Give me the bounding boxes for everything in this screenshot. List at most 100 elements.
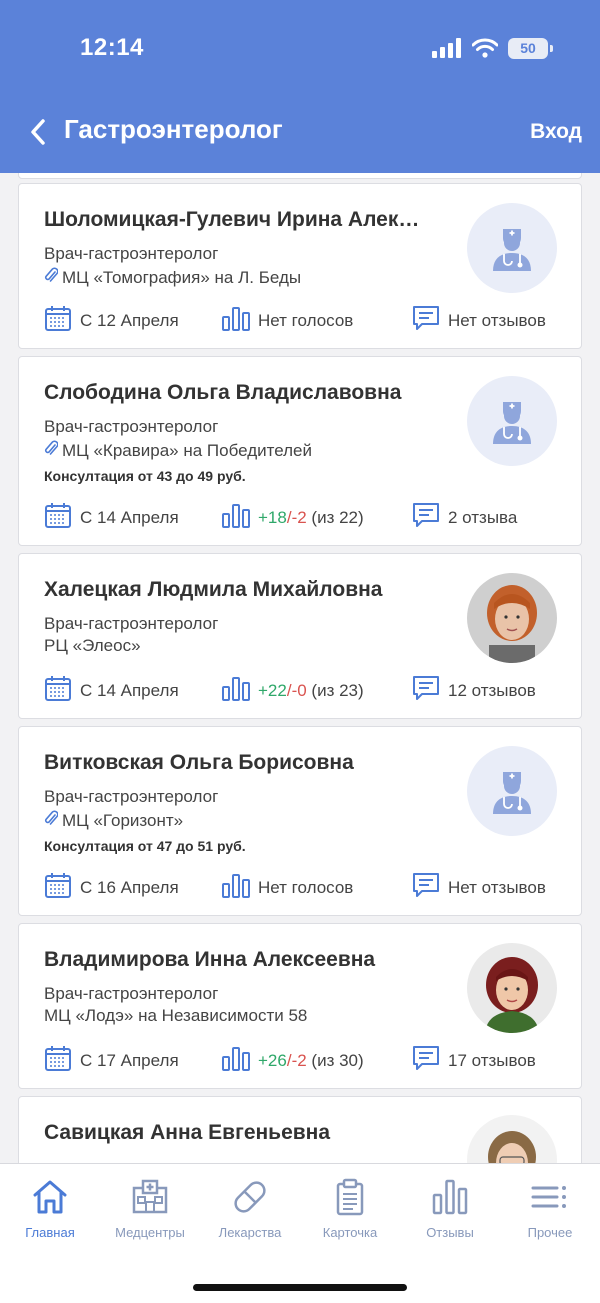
date-label: С 12 Апреля: [80, 310, 179, 330]
doctor-name: Владимирова Инна Алексеевна: [44, 948, 376, 971]
doctor-clinic[interactable]: РЦ «Элеос»: [44, 636, 141, 656]
doctor-name: Витковская Ольга Борисовна: [44, 751, 354, 774]
calendar-icon: [44, 871, 72, 904]
tab-bar-chart[interactable]: Отзывы: [400, 1178, 500, 1240]
clinic-name: МЦ «Кравира» на Победителей: [62, 440, 312, 460]
comment-icon: [412, 674, 440, 707]
doctor-card[interactable]: Слободина Ольга Владиславовна Врач-гастро…: [18, 356, 582, 546]
doctor-name: Шоломицкая-Гулевич Ирина Алек…: [44, 208, 420, 231]
tab-label: Прочее: [527, 1225, 573, 1240]
votes[interactable]: +26/-2 (из 30): [222, 1044, 412, 1077]
doctor-card[interactable]: Савицкая Анна Евгеньевна: [18, 1096, 582, 1163]
reviews[interactable]: Нет отзывов: [412, 304, 546, 337]
calendar-icon: [44, 304, 72, 337]
votes-label: Нет голосов: [258, 310, 354, 330]
doctor-clinic[interactable]: МЦ «Лодэ» на Независимости 58: [44, 1006, 307, 1026]
back-button[interactable]: [20, 112, 56, 152]
votes[interactable]: +22/-0 (из 23): [222, 674, 412, 707]
doctor-name: Слободина Ольга Владиславовна: [44, 381, 402, 404]
tab-hospital[interactable]: Медцентры: [100, 1178, 200, 1240]
consultation-price: Консултация от 47 до 51 руб.: [44, 838, 246, 854]
status-icons: 50: [432, 34, 553, 62]
bar-chart-icon: [431, 1178, 469, 1219]
calendar-icon: [44, 501, 72, 534]
consultation-price: Консултация от 43 до 49 руб.: [44, 468, 246, 484]
votes-positive: +22: [258, 680, 287, 700]
tab-clipboard[interactable]: Карточка: [300, 1178, 400, 1240]
login-button[interactable]: Вход: [530, 120, 582, 144]
home-indicator: [193, 1284, 407, 1291]
doctor-meta-row: С 14 Апреля +22/-0 (из 23) 12 отзывов: [44, 674, 557, 707]
reviews[interactable]: 12 отзывов: [412, 674, 536, 707]
doctor-specialty: Врач-гастроэнтеролог: [44, 984, 219, 1003]
paperclip-icon: [44, 439, 59, 462]
clipboard-icon: [331, 1178, 369, 1219]
reviews-label: 17 отзывов: [448, 1050, 536, 1070]
tab-label: Карточка: [322, 1225, 378, 1240]
calendar-icon: [44, 674, 72, 707]
comment-icon: [412, 871, 440, 904]
votes[interactable]: +18/-2 (из 22): [222, 501, 412, 534]
pill-icon: [231, 1178, 269, 1219]
signal-icon: [432, 38, 461, 58]
doctor-meta-row: С 12 Апреля Нет голосов Нет отзывов: [44, 304, 557, 337]
votes-total: (из 23): [306, 680, 364, 700]
doctor-placeholder-icon: [467, 203, 557, 293]
doctor-clinic[interactable]: МЦ «Кравира» на Победителей: [44, 439, 312, 462]
doctor-meta-row: С 17 Апреля +26/-2 (из 30) 17 отзывов: [44, 1044, 557, 1077]
doctor-name: Савицкая Анна Евгеньевна: [44, 1121, 331, 1144]
votes-total: (из 22): [306, 507, 364, 527]
hospital-icon: [131, 1178, 169, 1219]
doctor-card[interactable]: Шоломицкая-Гулевич Ирина Алек… Врач-гастр…: [18, 183, 582, 349]
votes-text: +26/-2 (из 30): [258, 1051, 364, 1071]
calendar-icon: [44, 1044, 72, 1077]
votes-negative: /-2: [286, 507, 307, 527]
tab-menu[interactable]: Прочее: [500, 1178, 600, 1240]
tab-pill[interactable]: Лекарства: [200, 1178, 300, 1240]
doctor-placeholder-icon: [467, 746, 557, 836]
doctor-meta-row: С 16 Апреля Нет голосов Нет отзывов: [44, 871, 557, 904]
votes-icon: [222, 501, 250, 534]
doctor-clinic[interactable]: МЦ «Томография» на Л. Беды: [44, 266, 301, 289]
doctor-meta-row: С 14 Апреля +18/-2 (из 22) 2 отзыва: [44, 501, 557, 534]
date-label: С 14 Апреля: [80, 507, 179, 527]
doctor-list[interactable]: Шоломицкая-Гулевич Ирина Алек… Врач-гастр…: [0, 173, 600, 1163]
date-label: С 14 Апреля: [80, 680, 179, 700]
schedule-date: С 17 Апреля: [44, 1044, 222, 1077]
votes-total: (из 30): [306, 1050, 364, 1070]
tab-bar: Главная Медцентры Лекарства Карточка Отзывы П…: [0, 1163, 600, 1303]
votes-text: Нет голосов: [258, 878, 353, 898]
doctor-card[interactable]: Халецкая Людмила Михайловна Врач-гастроэн…: [18, 553, 582, 719]
votes-icon: [222, 1044, 250, 1077]
doctor-card[interactable]: Витковская Ольга Борисовна Врач-гастроэнт…: [18, 726, 582, 916]
doctor-specialty: Врач-гастроэнтеролог: [44, 787, 219, 806]
home-icon: [31, 1178, 69, 1219]
doctor-card[interactable]: Владимирова Инна Алексеевна Врач-гастроэн…: [18, 923, 582, 1089]
doctor-clinic[interactable]: МЦ «Горизонт»: [44, 809, 183, 832]
schedule-date: С 14 Апреля: [44, 674, 222, 707]
status-time: 12:14: [80, 34, 144, 61]
comment-icon: [412, 1044, 440, 1077]
previous-card-edge: [18, 173, 582, 179]
reviews[interactable]: 17 отзывов: [412, 1044, 536, 1077]
votes-label: Нет голосов: [258, 877, 354, 897]
chevron-left-icon: [31, 119, 45, 145]
reviews[interactable]: Нет отзывов: [412, 871, 546, 904]
votes-text: Нет голосов: [258, 311, 353, 331]
votes-icon: [222, 674, 250, 707]
page-title: Гастроэнтеролог: [64, 114, 283, 144]
tab-label: Медцентры: [115, 1225, 185, 1240]
votes[interactable]: Нет голосов: [222, 304, 412, 337]
paperclip-icon: [44, 809, 59, 832]
reviews[interactable]: 2 отзыва: [412, 501, 517, 534]
schedule-date: С 16 Апреля: [44, 871, 222, 904]
tab-label: Главная: [25, 1225, 75, 1240]
votes-negative: /-2: [286, 1050, 307, 1070]
tab-home[interactable]: Главная: [0, 1178, 100, 1240]
votes[interactable]: Нет голосов: [222, 871, 412, 904]
reviews-label: 12 отзывов: [448, 680, 536, 700]
menu-icon: [531, 1178, 569, 1219]
doctor-specialty: Врач-гастроэнтеролог: [44, 614, 219, 633]
wifi-icon: [472, 38, 498, 58]
tab-label: Отзывы: [426, 1225, 474, 1240]
